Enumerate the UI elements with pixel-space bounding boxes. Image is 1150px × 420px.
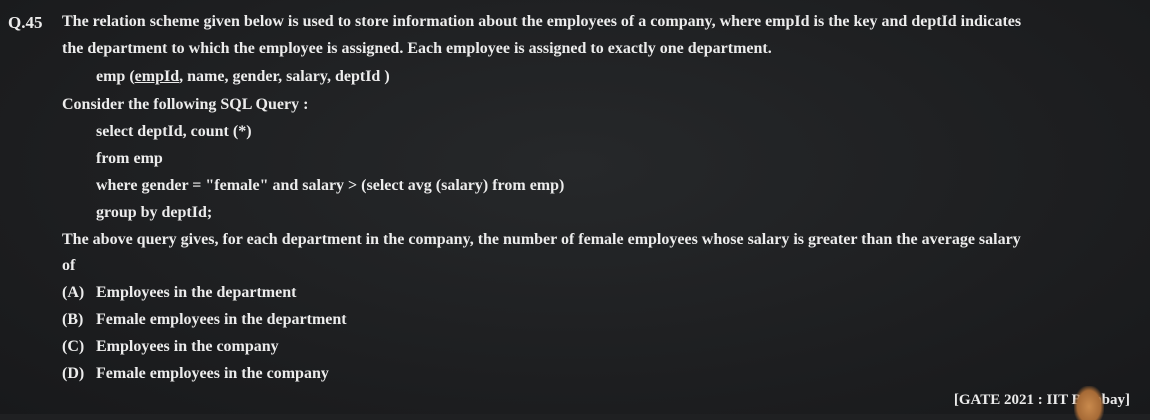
option-c-text: Employees in the company <box>96 338 279 355</box>
question-stem-line-2: the department to which the employee is … <box>62 40 772 57</box>
sql-line-select: select deptId, count (*) <box>96 123 252 140</box>
option-c: (C) Employees in the company <box>62 337 279 357</box>
schema-attributes: , name, gender, salary, deptId ) <box>179 68 390 85</box>
schema-key-attribute: empId <box>134 68 180 85</box>
option-c-letter: (C) <box>62 338 85 355</box>
option-d-text: Female employees in the company <box>96 365 329 382</box>
option-a: (A) Employees in the department <box>62 283 296 303</box>
sql-line-from: from emp <box>96 150 163 167</box>
presenter-hand <box>1074 386 1104 420</box>
question-stem-line-1: The relation scheme given below is used … <box>62 13 1022 30</box>
option-b: (B) Female employees in the department <box>62 310 347 330</box>
question-prompt-line-2: of <box>62 257 76 274</box>
consider-text: Consider the following SQL Query : <box>62 96 309 113</box>
option-a-letter: (A) <box>62 284 85 301</box>
schema-prefix: emp ( <box>96 68 135 85</box>
option-a-text: Employees in the department <box>96 284 297 301</box>
option-b-text: Female employees in the department <box>96 311 347 328</box>
option-d: (D) Female employees in the company <box>62 364 329 384</box>
relation-schema: emp (empId, name, gender, salary, deptId… <box>96 67 390 87</box>
option-d-letter: (D) <box>62 365 85 382</box>
option-b-letter: (B) <box>62 311 84 328</box>
sql-line-group-by: group by deptId; <box>96 204 213 221</box>
question-number: Q.45 <box>8 13 43 32</box>
question-prompt-line-1: The above query gives, for each departme… <box>62 231 1021 248</box>
sql-line-where: where gender = "female" and salary > (se… <box>96 177 565 194</box>
